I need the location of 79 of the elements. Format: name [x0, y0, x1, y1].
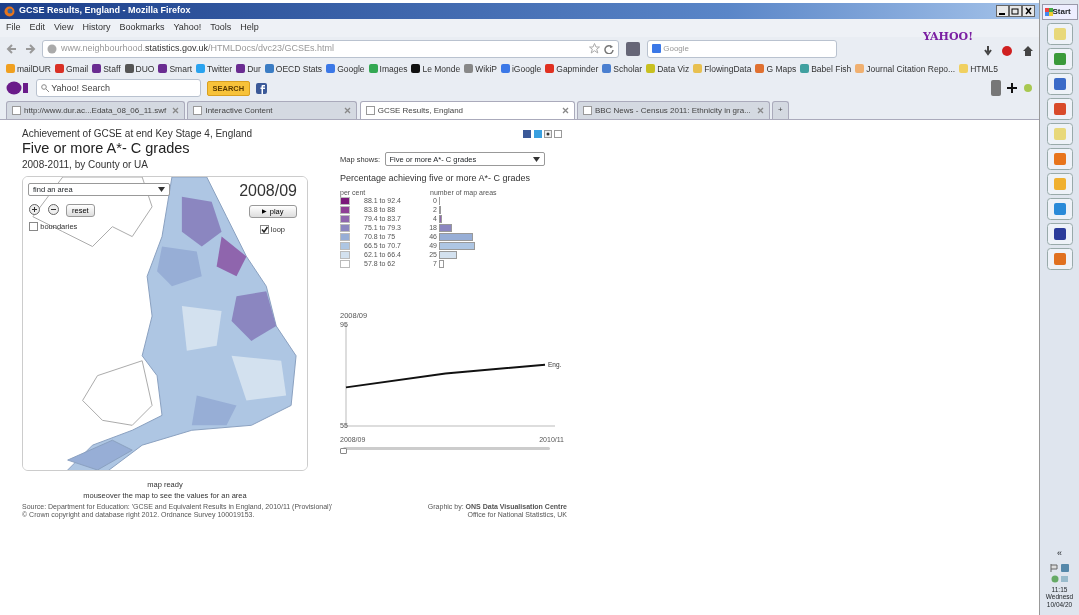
minimize-icon[interactable]	[996, 5, 1009, 17]
add-icon[interactable]	[1007, 83, 1017, 94]
network-icon[interactable]	[1050, 574, 1069, 583]
checkbox[interactable]	[29, 222, 38, 232]
window-title: GCSE Results, England - Mozilla Firefox	[19, 4, 191, 18]
page-title: Five or more A*- C grades	[22, 141, 191, 158]
menu-item[interactable]: Yahoo!	[173, 21, 202, 35]
bookmark-link[interactable]: FlowingData	[693, 62, 752, 76]
brand-logo: YAHOO!	[922, 29, 973, 46]
search-icon	[41, 84, 49, 93]
page-icon	[365, 106, 375, 116]
browser-icon	[4, 5, 15, 17]
page-kicker: Achievement of GCSE at end Key Stage 4, England	[22, 127, 254, 142]
restore-icon[interactable]	[1009, 5, 1022, 17]
zoom-in-icon[interactable]	[29, 204, 40, 216]
bookmark-link[interactable]: Journal Citation Repo...	[855, 62, 956, 76]
bookmark-link[interactable]: Smart	[158, 62, 193, 76]
browser-tab[interactable]: Interactive Content	[187, 101, 358, 120]
dropdown-icon	[532, 156, 540, 162]
star-icon[interactable]	[589, 43, 600, 54]
browser-tab[interactable]: BBC News - Census 2011: Ethnicity in gra...	[576, 101, 770, 120]
bookmark-link[interactable]: Babel Fish	[800, 62, 852, 76]
app-icon[interactable]	[1046, 73, 1073, 95]
bookmark-link[interactable]: HTML5	[959, 62, 999, 76]
collapse-button[interactable]: «	[1057, 547, 1062, 561]
bookmark-link[interactable]: Google	[326, 62, 365, 76]
tray-icon[interactable]	[1060, 563, 1069, 572]
slider-track[interactable]	[343, 446, 550, 450]
embed-icon[interactable]	[543, 130, 552, 139]
bookmark-link[interactable]: OECD Stats	[264, 62, 323, 76]
logo-icon	[6, 81, 30, 96]
bookmark-link[interactable]: Data Viz	[646, 62, 690, 76]
forward-icon[interactable]	[24, 42, 36, 55]
bookmark-link[interactable]: mailDUR	[6, 62, 51, 76]
menu-item[interactable]: History	[82, 21, 111, 35]
download-icon[interactable]	[983, 45, 993, 56]
page-icon	[12, 106, 21, 116]
browser-tab[interactable]: http://www.dur.ac...Edata_08_06_11.swf	[6, 101, 186, 120]
browser-tab[interactable]: GCSE Results, England	[359, 101, 575, 120]
bookmark-link[interactable]: Gapminder	[545, 62, 599, 76]
close-icon[interactable]	[1022, 5, 1035, 17]
bookmark-link[interactable]: WikiP	[464, 62, 497, 76]
bookmark-link[interactable]: Staff	[92, 62, 121, 76]
legend-title: Percentage achieving five or more A*- C grades	[340, 172, 532, 186]
bookmark-link[interactable]: Twitter	[196, 62, 233, 76]
start-button[interactable]: Start	[1041, 4, 1078, 20]
menu-item[interactable]: Help	[240, 21, 259, 35]
reload-icon[interactable]	[604, 43, 614, 54]
menu-item[interactable]: View	[54, 21, 74, 35]
bookmark-link[interactable]: Gmail	[55, 62, 89, 76]
checkbox[interactable]	[259, 225, 269, 235]
app-icon[interactable]	[1046, 223, 1073, 245]
home-icon[interactable]	[1023, 45, 1033, 56]
bookmark-link[interactable]: Le Monde	[411, 62, 461, 76]
menu-item[interactable]: Edit	[29, 21, 46, 35]
tablet-icon[interactable]	[991, 80, 1001, 97]
bookmark-link[interactable]: Dur	[236, 62, 261, 76]
back-icon[interactable]	[6, 42, 18, 55]
page-icon	[193, 106, 203, 116]
windows-icon	[1044, 8, 1053, 16]
bookmark-link[interactable]: DUO	[124, 62, 155, 76]
slider-thumb[interactable]	[340, 447, 347, 454]
page-icon	[582, 106, 592, 116]
bookmark-link[interactable]: Images	[368, 62, 408, 76]
url-text: www.neighbourhood.statistics.gov.uk/HTMLDocs/dvc23/GCSEs.html	[61, 41, 334, 55]
year-label: 2008/09	[239, 181, 297, 202]
bookmark-link[interactable]: Scholar	[602, 62, 643, 76]
menu-item[interactable]: Bookmarks	[119, 21, 165, 35]
bookmark-link[interactable]: G Maps	[755, 62, 797, 76]
address-bar[interactable]: www.neighbourhood.statistics.gov.uk/HTMLDocs/dvc23/GCSEs.html	[42, 39, 619, 58]
dropdown-icon	[158, 187, 165, 193]
menu-item[interactable]: File	[6, 21, 21, 35]
page-subtitle: 2008-2011, by County or UA	[22, 158, 149, 173]
zoom-out-icon[interactable]	[48, 204, 59, 216]
app-icon[interactable]	[1046, 98, 1073, 120]
bookmark-link[interactable]: iGoogle	[500, 62, 542, 76]
new-tab-button[interactable]: +	[772, 101, 789, 120]
menu-item[interactable]: Tools	[210, 21, 232, 35]
search-field[interactable]: Yahoo! Search	[36, 79, 201, 98]
